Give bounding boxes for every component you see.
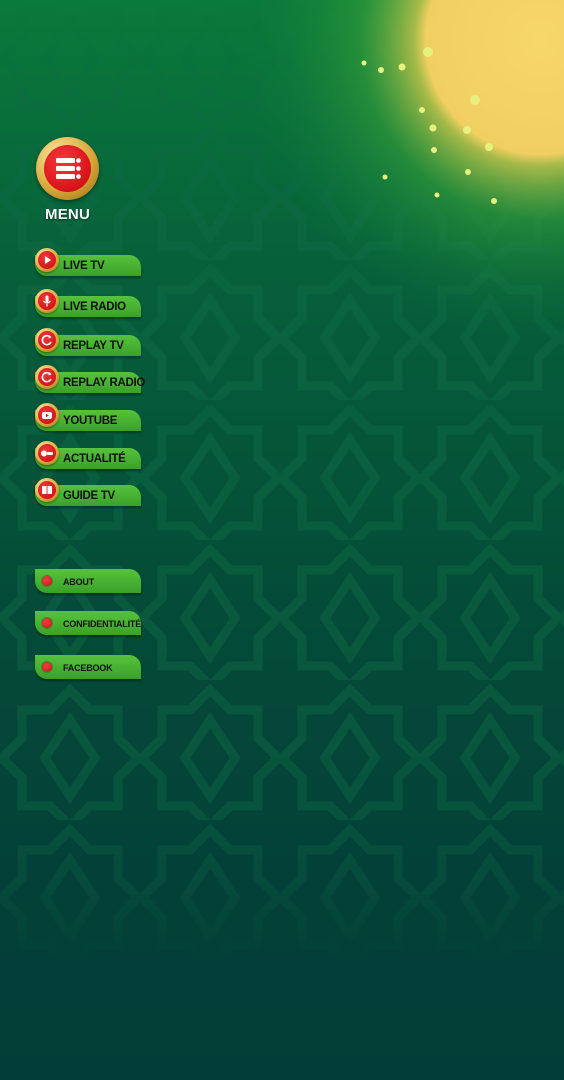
nav-label: ACTUALITÉ: [63, 453, 126, 465]
nav-item-facebook[interactable]: FACEBOOK: [35, 655, 141, 681]
microphone-icon: [35, 289, 59, 313]
nav-label: LIVE RADIO: [63, 301, 126, 313]
news-icon: [35, 441, 59, 465]
nav-item-actualite[interactable]: ACTUALITÉ: [35, 441, 141, 469]
sub-label: CONFIDENTIALITÉ: [63, 619, 141, 629]
nav-label: REPLAY RADIO: [63, 377, 146, 389]
nav-label: REPLAY TV: [63, 340, 124, 352]
nav-item-guide-tv[interactable]: GUIDE TV: [35, 478, 141, 506]
nav-label: LIVE TV: [63, 260, 105, 272]
nav-item-about[interactable]: ABOUT: [35, 569, 141, 595]
play-icon: [35, 248, 59, 272]
menu-button[interactable]: [36, 137, 99, 200]
sub-label: ABOUT: [63, 577, 94, 587]
nav-label: YOUTUBE: [63, 415, 118, 427]
nav-item-confidentialite[interactable]: CONFIDENTIALITÉ: [35, 611, 141, 637]
nav-item-live-tv[interactable]: LIVE TV: [35, 248, 141, 276]
nav-item-youtube[interactable]: YOUTUBE: [35, 403, 141, 431]
nav-item-replay-tv[interactable]: REPLAY TV: [35, 328, 141, 356]
bullet-icon: [42, 662, 52, 672]
nav-label: GUIDE TV: [63, 490, 115, 502]
bullet-icon: [42, 618, 52, 628]
youtube-icon: [35, 403, 59, 427]
menu-label: MENU: [45, 206, 90, 223]
replay-icon: [35, 328, 59, 352]
sub-label: FACEBOOK: [63, 663, 113, 673]
book-icon: [35, 478, 59, 502]
bullet-icon: [42, 576, 52, 586]
list-menu-icon: [44, 145, 91, 192]
replay-icon: [35, 365, 59, 389]
nav-item-replay-radio[interactable]: REPLAY RADIO: [35, 365, 145, 393]
nav-item-live-radio[interactable]: LIVE RADIO: [35, 289, 141, 317]
